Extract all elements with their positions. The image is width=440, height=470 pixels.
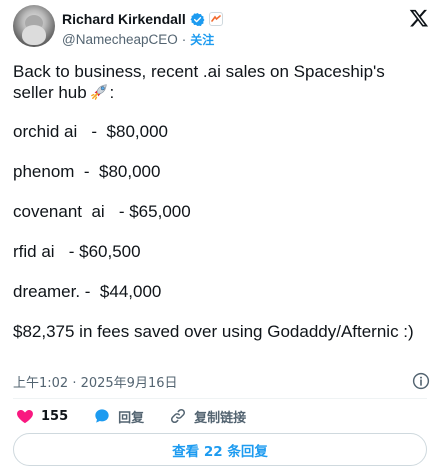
follow-button[interactable]: 关注 — [190, 31, 214, 48]
reply-button[interactable]: 回复 — [92, 406, 144, 426]
reply-label: 回复 — [118, 410, 145, 426]
tweet-line: Back to business, recent .ai sales on Sp… — [13, 62, 385, 81]
reply-bubble-icon — [95, 409, 109, 423]
tweet-line: $82,375 in fees saved over using Godaddy… — [13, 322, 414, 341]
author-handle[interactable]: @NamecheapCEO — [62, 32, 178, 47]
verified-badge-icon — [190, 12, 205, 26]
author-name-row: Richard Kirkendall — [62, 9, 223, 29]
affiliate-badge-icon[interactable] — [208, 12, 223, 26]
action-bar: 155 回复 复制链接 — [13, 405, 270, 427]
link-icon — [171, 408, 186, 424]
x-logo-icon[interactable] — [409, 8, 429, 28]
avatar-beard — [22, 25, 46, 45]
info-icon[interactable] — [412, 372, 430, 390]
heart-icon — [17, 410, 33, 424]
author-handle-row: @NamecheapCEO · 关注 — [62, 30, 214, 48]
tweet-line: seller hub — [13, 83, 87, 102]
tweet-line: orchid ai - $80,000 — [13, 122, 168, 141]
like-count: 155 — [41, 408, 69, 424]
tweet-line: phenom - $80,000 — [13, 162, 161, 181]
tweet-line: dreamer. - $44,000 — [13, 282, 162, 301]
rocket-icon — [91, 84, 108, 100]
like-button[interactable]: 155 — [15, 406, 68, 426]
read-replies-button[interactable]: 查看 22 条回复 — [13, 433, 427, 466]
copy-link-label: 复制链接 — [194, 410, 247, 426]
tweet-line: covenant ai - $65,000 — [13, 202, 191, 221]
tweet-line-with-emoji: seller hub : — [13, 82, 433, 102]
copy-link-button[interactable]: 复制链接 — [168, 406, 246, 426]
divider — [13, 398, 427, 399]
handle-separator: · — [181, 31, 187, 47]
tweet-line-colon: : — [109, 83, 115, 102]
tweet-timestamp[interactable]: 上午1:02 · 2025年9月16日 — [13, 372, 178, 391]
author-display-name[interactable]: Richard Kirkendall — [62, 11, 186, 27]
avatar[interactable] — [13, 5, 55, 47]
tweet-card: Richard Kirkendall @NamecheapCEO · 关注 Ba… — [0, 0, 440, 470]
tweet-text: Back to business, recent .ai sales on Sp… — [13, 62, 433, 342]
tweet-line: rfid ai - $60,500 — [13, 242, 141, 261]
